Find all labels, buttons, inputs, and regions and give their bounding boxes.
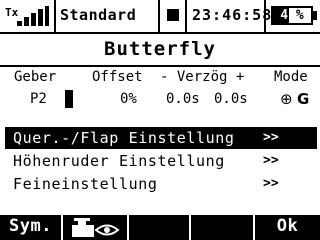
menu-item-arrow: >>: [263, 130, 279, 145]
menu-item-arrow: >>: [263, 153, 279, 168]
status-separator: [54, 0, 56, 32]
status-separator: [264, 0, 266, 32]
signal-strength-icon: [17, 6, 49, 26]
servo-view-icon: [72, 218, 120, 237]
menu-item-label: Höhenruder Einstellung: [13, 152, 225, 170]
menu-item-quer-flap[interactable]: Quer.-/Flap Einstellung >>: [5, 127, 317, 149]
status-separator: [185, 0, 187, 32]
header-offset: Offset: [92, 69, 143, 85]
ok-button[interactable]: Ok: [255, 215, 320, 240]
status-separator: [158, 0, 160, 32]
offset-value[interactable]: 0%: [120, 91, 137, 107]
battery-percent: 41: [280, 8, 296, 23]
status-divider: [0, 32, 320, 34]
mode-letter: G: [297, 90, 310, 108]
battery-unit: %: [295, 8, 304, 23]
battery-icon: 41%: [271, 6, 313, 25]
menu-item-label: Feineinstellung: [13, 175, 158, 193]
mode-selector[interactable]: ⊕ G: [280, 91, 316, 109]
sym-button-label: Sym.: [9, 216, 52, 236]
battery-terminal: [313, 11, 317, 20]
softkey-bar: Sym. Ok: [0, 215, 320, 240]
page-title: Butterfly: [104, 38, 216, 60]
menu-item-label: Quer.-/Flap Einstellung: [13, 129, 235, 147]
clock: 23:46:58: [192, 6, 273, 24]
menu-item-feineinstellung[interactable]: Feineinstellung >>: [5, 173, 317, 195]
servo-view-button[interactable]: [63, 215, 127, 240]
model-name[interactable]: Standard: [60, 6, 136, 24]
verzoeg-plus-value[interactable]: 0.0s: [214, 91, 248, 107]
ok-button-label: Ok: [276, 216, 299, 236]
verzoeg-minus-value[interactable]: 0.0s: [166, 91, 200, 107]
menu-item-arrow: >>: [263, 176, 279, 191]
header-geber: Geber: [14, 69, 57, 85]
input-cursor: [65, 90, 73, 108]
stop-square-icon: [167, 9, 179, 21]
sym-button[interactable]: Sym.: [0, 215, 61, 240]
header-verzoeg: - Verzög +: [160, 69, 245, 85]
battery-text: 41%: [273, 8, 311, 23]
globe-icon: ⊕: [280, 90, 293, 108]
status-bar: Tx Standard 23:46:58 41%: [0, 0, 320, 32]
title-divider: [0, 65, 320, 67]
menu-item-hoehenruder[interactable]: Höhenruder Einstellung >>: [5, 150, 317, 172]
header-mode: Mode: [274, 69, 308, 85]
softkey-4-button[interactable]: [191, 215, 253, 240]
geber-value[interactable]: P2: [30, 91, 47, 107]
softkey-3-button[interactable]: [129, 215, 189, 240]
